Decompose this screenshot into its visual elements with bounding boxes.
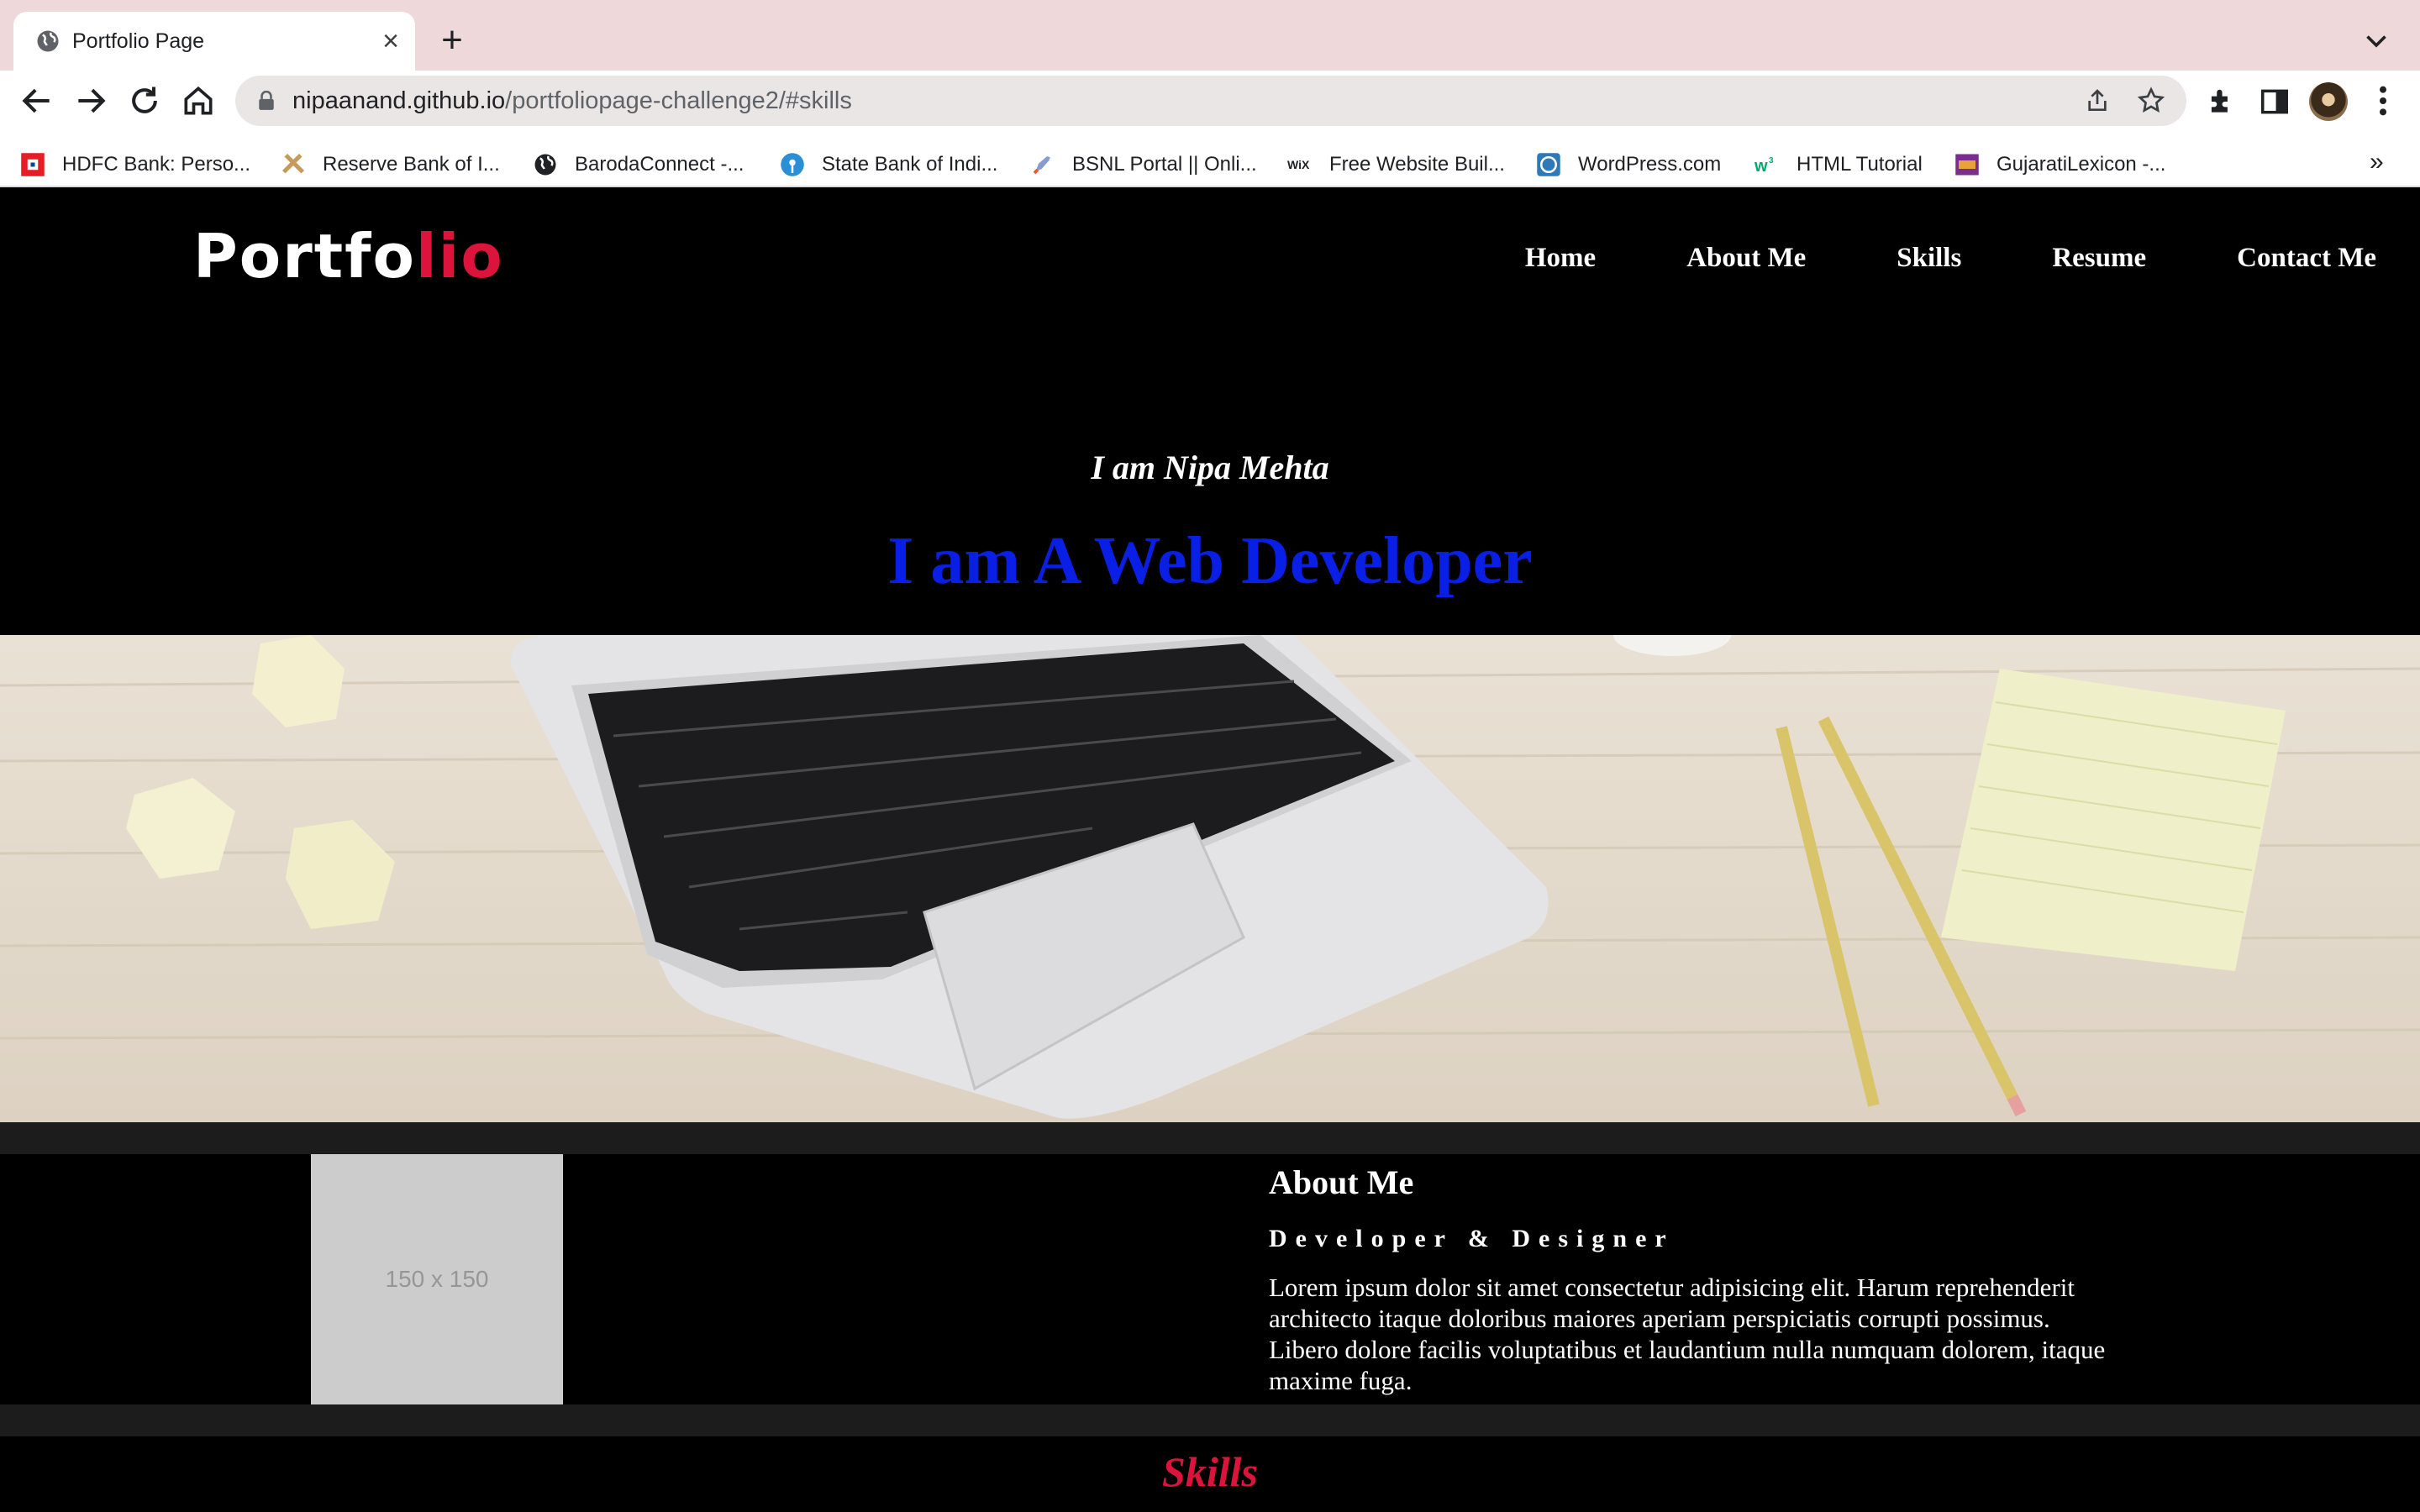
bookmark-label: BSNL Portal || Onli... — [1072, 153, 1257, 176]
bookmarks-overflow-button[interactable]: » — [2370, 148, 2384, 176]
bookmark-wix[interactable]: WiX Free Website Buil... — [1287, 148, 1505, 181]
about-paragraph: Lorem ipsum dolor sit amet consectetur a… — [1269, 1273, 2106, 1395]
main-nav: Home About Me Skills Resume Contact Me — [1525, 243, 2376, 274]
side-panel-icon[interactable] — [2259, 86, 2291, 118]
chevron-down-icon[interactable] — [2361, 25, 2391, 55]
hdfc-icon — [21, 153, 45, 176]
tools-icon — [281, 153, 305, 174]
share-icon[interactable] — [2084, 87, 2111, 114]
forward-icon[interactable] — [72, 82, 109, 119]
lexicon-icon — [1955, 154, 1979, 176]
about-title: About Me — [1269, 1163, 1414, 1201]
tab-strip: Portfolio Page × + — [0, 0, 2420, 71]
home-icon[interactable] — [180, 82, 217, 119]
svg-text:WiX: WiX — [1287, 158, 1310, 171]
lock-icon[interactable] — [257, 91, 276, 111]
about-subtitle: Developer & Designer — [1269, 1225, 1675, 1252]
hero-headline: I am A Web Developer — [887, 524, 1533, 598]
bookmark-label: GujaratiLexicon -... — [1996, 153, 2166, 176]
bookmark-label: HDFC Bank: Perso... — [62, 153, 251, 176]
tab-title: Portfolio Page — [72, 29, 205, 53]
profile-image-placeholder: 150 x 150 — [311, 1154, 563, 1404]
logo-main: Portfo — [193, 221, 416, 291]
svg-text:w: w — [1754, 157, 1768, 176]
profile-avatar[interactable] — [2309, 82, 2348, 121]
globe-icon — [37, 30, 59, 52]
bookmark-w3schools[interactable]: w3 HTML Tutorial — [1754, 148, 1923, 181]
laptop-desk-illustration — [0, 635, 2420, 1122]
section-divider — [0, 1122, 2420, 1154]
bookmark-label: HTML Tutorial — [1797, 153, 1923, 176]
skills-heading: Skills — [1162, 1448, 1258, 1495]
close-tab-icon[interactable]: × — [376, 27, 405, 55]
new-tab-button[interactable]: + — [435, 22, 469, 59]
about-section: 150 x 150 About Me Developer & Designer … — [0, 1154, 2420, 1404]
browser-tab[interactable]: Portfolio Page × — [13, 12, 415, 71]
bookmark-label: State Bank of Indi... — [822, 153, 998, 176]
address-bar[interactable]: nipaanand.github.io/portfoliopage-challe… — [235, 76, 2186, 126]
section-divider — [0, 1404, 2420, 1436]
nav-skills[interactable]: Skills — [1897, 243, 1961, 274]
site-logo[interactable]: Portfolio — [193, 221, 504, 291]
hero-image — [0, 635, 2420, 1122]
extensions-puzzle-icon[interactable] — [2205, 86, 2237, 118]
wordpress-icon — [1537, 153, 1560, 176]
url-host: nipaanand.github.io — [292, 87, 506, 114]
bookmark-wordpress[interactable]: WordPress.com — [1536, 148, 1721, 181]
svg-text:3: 3 — [1769, 156, 1774, 165]
nav-contact-me[interactable]: Contact Me — [2237, 243, 2376, 274]
bookmark-hdfc[interactable]: HDFC Bank: Perso... — [20, 148, 250, 181]
wix-icon: WiX — [1287, 158, 1310, 171]
browser-toolbar: nipaanand.github.io/portfoliopage-challe… — [0, 71, 2420, 200]
nav-about-me[interactable]: About Me — [1686, 243, 1806, 274]
url-path: /portfoliopage-challenge2/#skills — [505, 87, 852, 114]
bookmark-bsnl[interactable]: BSNL Portal || Onli... — [1030, 148, 1257, 181]
intro-text: I am Nipa Mehta — [1091, 449, 1329, 486]
logo-accent: lio — [415, 221, 504, 291]
reload-icon[interactable] — [126, 82, 163, 119]
bookmark-label: Reserve Bank of I... — [323, 153, 500, 176]
rocket-icon — [1033, 156, 1050, 175]
bookmark-label: Free Website Buil... — [1329, 153, 1505, 176]
page-content: Portfolio Home About Me Skills Resume Co… — [0, 187, 2420, 1512]
bookmark-label: WordPress.com — [1578, 153, 1722, 176]
nav-home[interactable]: Home — [1525, 243, 1596, 274]
nav-resume[interactable]: Resume — [2052, 243, 2146, 274]
globe-icon — [534, 154, 556, 176]
bookmark-label: BarodaConnect -... — [575, 153, 744, 176]
back-icon[interactable] — [18, 82, 55, 119]
url-text[interactable]: nipaanand.github.io/portfoliopage-challe… — [292, 86, 852, 116]
w3schools-icon: w3 — [1754, 156, 1774, 176]
sbi-icon — [781, 153, 804, 176]
bookmark-rbi[interactable]: Reserve Bank of I... — [281, 148, 500, 181]
bookmark-gujaratilexicon[interactable]: GujaratiLexicon -... — [1954, 148, 2165, 181]
bookmark-sbi[interactable]: State Bank of Indi... — [780, 148, 997, 181]
bookmark-baroda[interactable]: BarodaConnect -... — [533, 148, 744, 181]
bookmark-star-icon[interactable] — [2136, 86, 2166, 116]
more-menu-icon[interactable] — [2375, 84, 2391, 118]
